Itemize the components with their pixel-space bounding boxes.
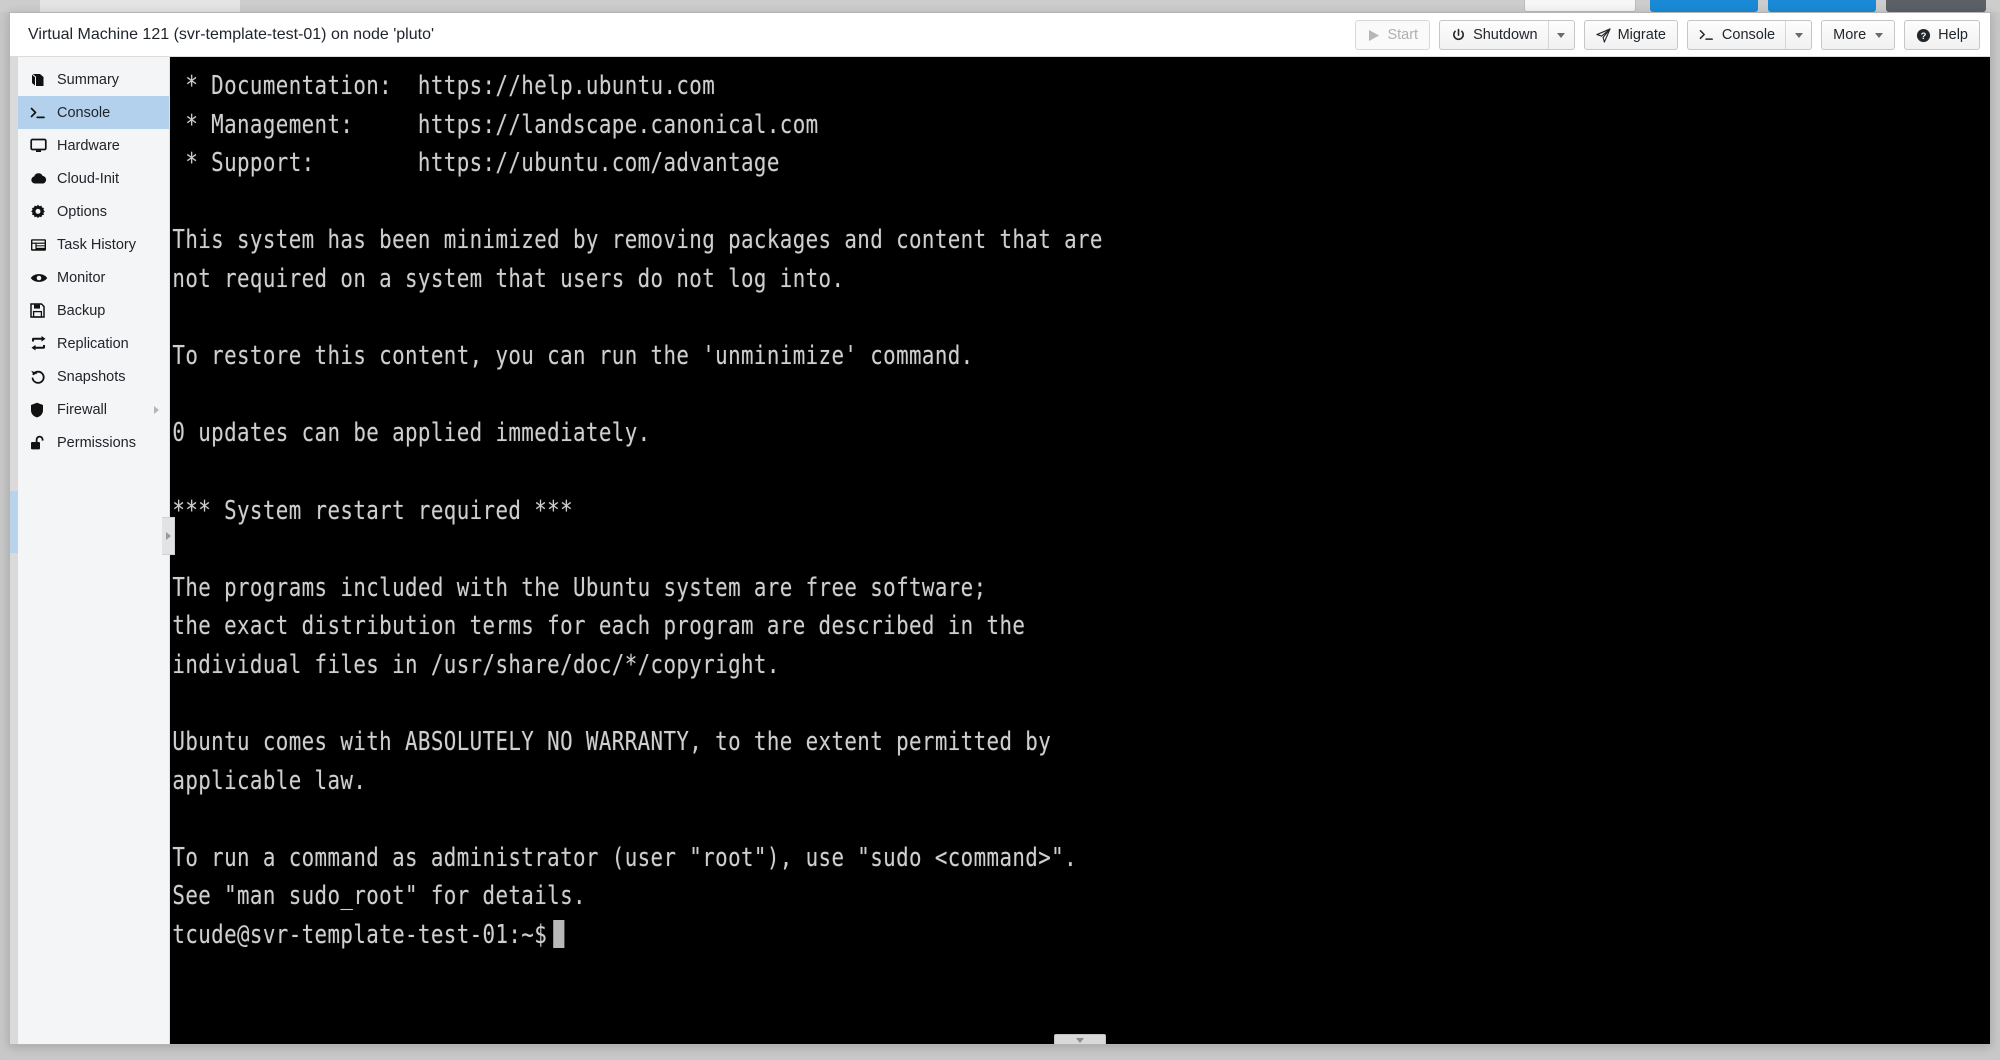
- sidebar-item-label: Snapshots: [57, 368, 126, 385]
- sidebar-item-hardware[interactable]: Hardware: [18, 129, 169, 162]
- sidebar-item-label: Hardware: [57, 137, 120, 154]
- svg-text:?: ?: [1921, 31, 1927, 41]
- book-icon: [30, 72, 52, 88]
- migrate-button[interactable]: Migrate: [1583, 20, 1678, 50]
- vm-sidebar-nav: Summary Console Hardware Cloud-Init Opti…: [18, 57, 170, 1044]
- sidebar-expand-handle[interactable]: [162, 517, 175, 555]
- console-button[interactable]: Console: [1688, 21, 1785, 49]
- unlock-icon: [30, 435, 52, 451]
- shutdown-split-button: Shutdown: [1439, 20, 1575, 50]
- dialog-vertical-scrollbar[interactable]: [10, 57, 18, 1044]
- shutdown-button[interactable]: Shutdown: [1440, 21, 1548, 49]
- help-button[interactable]: ? Help: [1904, 20, 1980, 50]
- terminal-prompt-icon: [1699, 28, 1715, 42]
- more-button-label: More: [1833, 27, 1867, 43]
- sidebar-item-replication[interactable]: Replication: [18, 327, 169, 360]
- sidebar-item-label: Summary: [57, 71, 120, 88]
- console-button-label: Console: [1721, 27, 1776, 43]
- vm-console-viewport[interactable]: * Documentation: https://help.ubuntu.com…: [170, 57, 1990, 1044]
- sidebar-item-label: Monitor: [57, 269, 106, 286]
- shield-icon: [30, 402, 52, 418]
- chevron-right-icon: [154, 405, 159, 414]
- cloud-icon: [30, 172, 52, 185]
- background-primary-button-2: [1768, 0, 1876, 12]
- terminal-cursor: [553, 920, 565, 949]
- background-app-chrome: [0, 0, 2000, 12]
- sidebar-item-options[interactable]: Options: [18, 195, 169, 228]
- vm-dialog-window: Virtual Machine 121 (svr-template-test-0…: [9, 12, 1991, 1045]
- sidebar-item-label: Permissions: [57, 434, 136, 451]
- monitor-icon: [30, 138, 52, 153]
- terminal-banner-text: * Documentation: https://help.ubuntu.com…: [172, 71, 1103, 912]
- play-icon: [1367, 29, 1380, 42]
- terminal-output: * Documentation: https://help.ubuntu.com…: [170, 57, 1103, 955]
- scrollbar-thumb[interactable]: [10, 491, 18, 554]
- sidebar-item-summary[interactable]: Summary: [18, 63, 169, 96]
- sidebar-item-snapshots[interactable]: Snapshots: [18, 360, 169, 393]
- background-primary-button-1: [1650, 0, 1758, 12]
- more-button[interactable]: More: [1821, 20, 1896, 50]
- sidebar-item-cloud-init[interactable]: Cloud-Init: [18, 162, 169, 195]
- start-button[interactable]: Start: [1355, 20, 1431, 50]
- question-circle-icon: ?: [1916, 28, 1931, 43]
- sync-arrows-icon: [30, 336, 52, 351]
- sidebar-item-firewall[interactable]: Firewall: [18, 393, 169, 426]
- sidebar-item-label: Firewall: [57, 401, 107, 418]
- shutdown-dropdown-toggle[interactable]: [1547, 21, 1574, 49]
- gear-icon: [30, 204, 52, 220]
- eye-icon: [30, 272, 52, 284]
- migrate-button-label: Migrate: [1617, 27, 1666, 43]
- console-dropdown-toggle[interactable]: [1785, 21, 1811, 49]
- start-button-label: Start: [1387, 27, 1419, 43]
- sidebar-item-permissions[interactable]: Permissions: [18, 426, 169, 459]
- chevron-right-icon: [165, 532, 171, 540]
- power-icon: [1451, 28, 1466, 43]
- list-window-icon: [30, 238, 52, 252]
- sidebar-item-task-history[interactable]: Task History: [18, 228, 169, 261]
- sidebar-item-label: Task History: [57, 236, 136, 253]
- page-title: Virtual Machine 121 (svr-template-test-0…: [28, 25, 435, 43]
- sidebar-item-backup[interactable]: Backup: [18, 294, 169, 327]
- terminal-icon: [30, 106, 52, 120]
- paper-plane-icon: [1595, 27, 1611, 43]
- sidebar-item-label: Replication: [57, 335, 129, 352]
- dialog-titlebar: Virtual Machine 121 (svr-template-test-0…: [10, 13, 1990, 57]
- background-tab: [40, 0, 240, 12]
- sidebar-item-label: Backup: [57, 302, 106, 319]
- history-icon: [30, 369, 52, 385]
- sidebar-item-label: Console: [57, 104, 111, 121]
- console-scroll-nub[interactable]: [1054, 1034, 1106, 1044]
- chevron-down-icon: [1875, 32, 1884, 38]
- chevron-down-icon: [1557, 32, 1566, 38]
- background-dark-button: [1886, 0, 1986, 12]
- chevron-down-icon: [1076, 1037, 1084, 1043]
- chevron-down-icon: [1794, 32, 1803, 38]
- sidebar-item-monitor[interactable]: Monitor: [18, 261, 169, 294]
- help-button-label: Help: [1938, 27, 1968, 43]
- vm-action-toolbar: Start Shutdown Migrate Console More ? He…: [1355, 13, 1980, 57]
- background-search-field: [1524, 0, 1636, 12]
- console-split-button: Console: [1686, 20, 1813, 50]
- terminal-prompt: tcude@svr-template-test-01:~$: [172, 920, 548, 951]
- sidebar-item-console[interactable]: Console: [18, 96, 169, 129]
- sidebar-item-label: Cloud-Init: [57, 170, 120, 187]
- sidebar-item-label: Options: [57, 203, 107, 220]
- floppy-disk-icon: [30, 303, 52, 318]
- shutdown-button-label: Shutdown: [1473, 27, 1538, 43]
- dialog-body: Summary Console Hardware Cloud-Init Opti…: [10, 57, 1990, 1044]
